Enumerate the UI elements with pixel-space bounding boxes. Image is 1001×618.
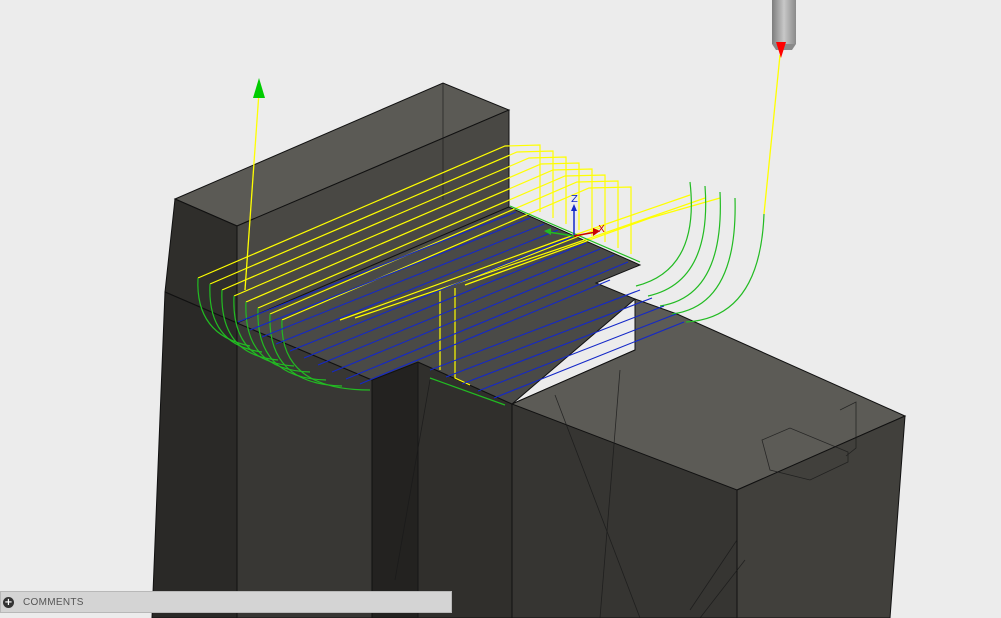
expand-plus-icon[interactable]: + <box>3 596 14 608</box>
body-left-face <box>151 291 238 618</box>
slot-back <box>417 361 513 618</box>
cutting-tool[interactable] <box>772 0 796 58</box>
tool-shank <box>772 0 796 44</box>
comments-panel[interactable]: + COMMENTS <box>0 591 452 613</box>
triad-z-label: Z <box>571 194 578 205</box>
comments-label: COMMENTS <box>23 596 84 608</box>
start-arrow-icon <box>253 78 265 98</box>
part-model[interactable] <box>151 82 907 618</box>
triad-x-label: X <box>598 224 605 235</box>
toolpath-plunge <box>763 54 781 215</box>
cam-viewport[interactable]: Z X <box>0 0 1001 618</box>
